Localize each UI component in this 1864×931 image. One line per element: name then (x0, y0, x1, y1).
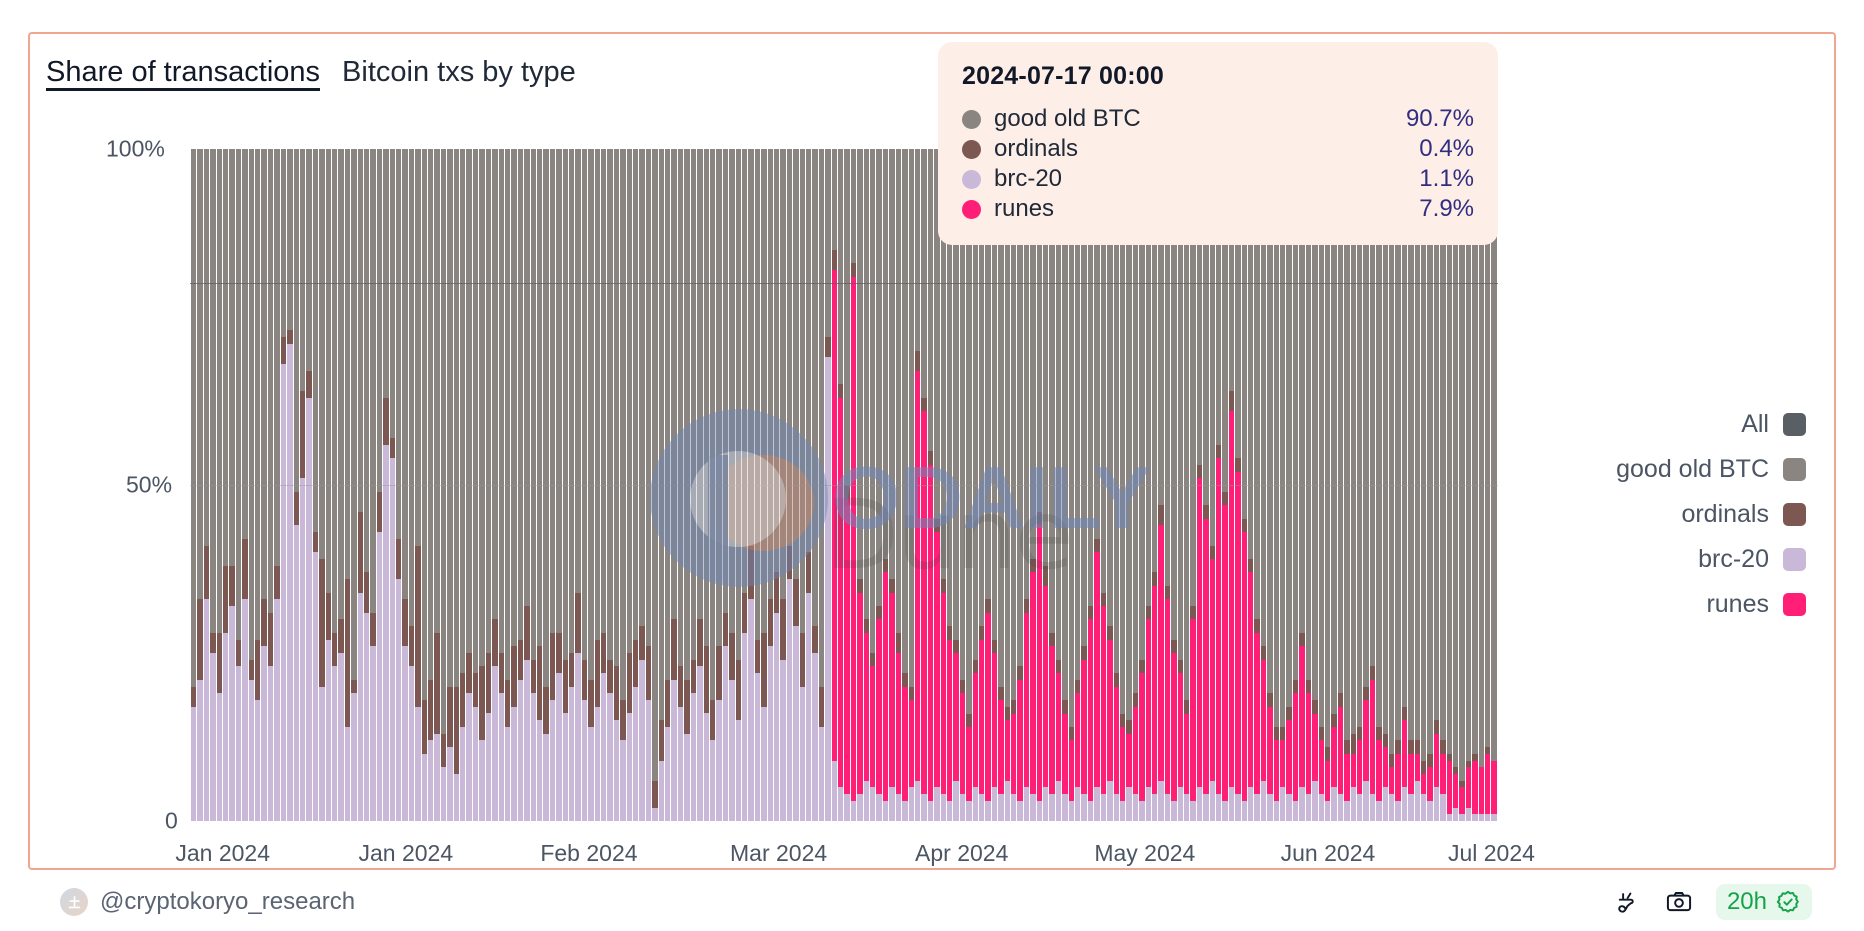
legend-swatch (1783, 593, 1806, 616)
page-subtitle: Bitcoin txs by type (342, 56, 576, 88)
y-axis-tick-100: 100% (106, 135, 165, 162)
author-handle: @cryptokoryo_research (100, 888, 356, 915)
verified-badge-icon (1776, 890, 1799, 913)
tooltip-color-dot (962, 109, 981, 129)
tooltip-series-label: ordinals (994, 135, 1079, 162)
camera-icon[interactable] (1664, 887, 1694, 917)
legend-label: good old BTC (1616, 455, 1769, 483)
legend-item-runes[interactable]: runes (1616, 582, 1806, 627)
tooltip-series-value: 0.4% (1419, 135, 1474, 162)
tooltip-series-label: runes (994, 195, 1055, 222)
gridline-50 (190, 485, 1498, 486)
legend-swatch (1783, 548, 1806, 571)
tooltip-color-dot (962, 139, 981, 159)
freshness-badge: 20h (1715, 884, 1812, 920)
legend-item-ordinals[interactable]: ordinals (1616, 492, 1806, 537)
chart-header: Share of transactions Bitcoin txs by typ… (46, 56, 576, 92)
x-axis-tick: Jan 2024 (358, 840, 454, 866)
legend-swatch (1783, 458, 1806, 481)
avatar (60, 888, 88, 916)
legend-item-brc-20[interactable]: brc-20 (1616, 537, 1806, 582)
tooltip-row: runes 7.9% (962, 195, 1474, 223)
tooltip-series-label: brc-20 (994, 165, 1063, 192)
author-credit[interactable]: @cryptokoryo_research (60, 888, 355, 916)
tooltip-series-value: 7.9% (1419, 195, 1474, 222)
y-axis-tick-50: 50% (126, 471, 173, 498)
legend-label: All (1741, 410, 1769, 438)
legend-label: brc-20 (1698, 545, 1769, 573)
x-axis-tick: Jul 2024 (1447, 840, 1535, 866)
x-axis-tick: Feb 2024 (540, 840, 638, 866)
tooltip-row: ordinals 0.4% (962, 135, 1474, 163)
tooltip-series-label: good old BTC (994, 105, 1141, 132)
legend-label: runes (1706, 590, 1769, 618)
chart-screenshot: Share of transactions Bitcoin txs by typ… (0, 0, 1864, 931)
chart-tooltip: 2024-07-17 00:00 good old BTC 90.7% ordina… (938, 42, 1498, 245)
tooltip-series-value: 90.7% (1405, 105, 1474, 132)
chart-card: Share of transactions Bitcoin txs by typ… (28, 32, 1836, 920)
x-axis-tick: Jan 2024 (175, 840, 271, 866)
bar-segment-run (1491, 760, 1497, 815)
legend-item-good-old-btc[interactable]: good old BTC (1616, 447, 1806, 492)
x-axis-tick: Apr 2024 (915, 840, 1009, 866)
x-axis-tick: Mar 2024 (730, 840, 828, 866)
legend-item-all[interactable]: All (1616, 402, 1806, 447)
tooltip-rows: good old BTC 90.7% ordinals 0.4% brc-20 1.1% r… (962, 105, 1474, 223)
x-axis-tick: Jun 2024 (1280, 840, 1376, 866)
gridline-80 (190, 283, 1498, 285)
legend-swatch (1783, 503, 1806, 526)
legend-swatch (1783, 413, 1806, 436)
tooltip-color-dot (962, 199, 981, 219)
page-title: Share of transactions (46, 57, 321, 92)
tooltip-row: brc-20 1.1% (962, 165, 1474, 193)
chart-actions: 20h (1612, 884, 1812, 920)
tooltip-series-value: 1.1% (1419, 165, 1474, 192)
tooltip-date: 2024-07-17 00:00 (962, 62, 1164, 90)
x-axis-tick: May 2024 (1094, 840, 1196, 866)
tooltip-color-dot (962, 169, 981, 189)
legend-label: ordinals (1681, 500, 1769, 528)
plot-area[interactable]: Dune ODAILY (190, 149, 1498, 821)
chart-legend[interactable]: All good old BTC ordinals brc-20 runes (1616, 402, 1806, 627)
freshness-text: 20h (1726, 888, 1767, 915)
x-axis: Jan 2024 Jan 2024 Feb 2024 Mar 2024 Apr 2024… (175, 840, 1535, 880)
bar-segment-brc (1491, 814, 1497, 821)
plug-icon[interactable] (1612, 887, 1642, 917)
y-axis-tick-0: 0 (165, 807, 178, 834)
tooltip-row: good old BTC 90.7% (962, 105, 1474, 133)
